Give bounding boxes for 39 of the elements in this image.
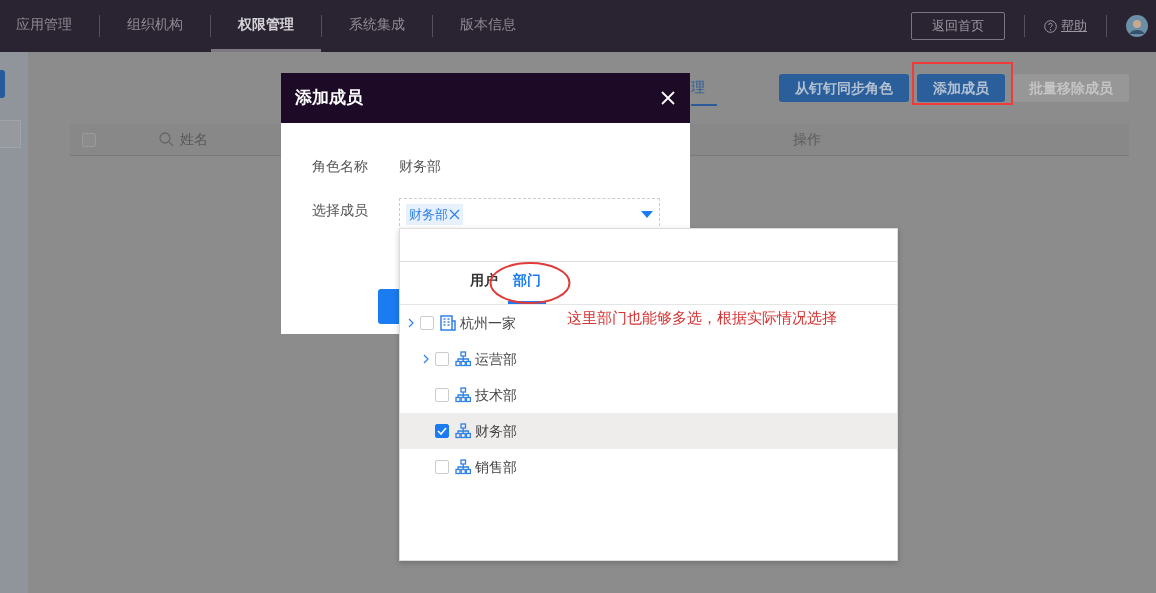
toolbar-button[interactable]: 从钉钉同步角色 (779, 74, 909, 102)
field-label: 选择成员 (312, 201, 369, 220)
check-icon (437, 427, 447, 435)
org-chart-icon (455, 423, 471, 439)
nav-tab[interactable]: 应用管理 (0, 0, 99, 52)
dialog-title: 添加成员 (295, 86, 363, 110)
org-chart-icon (455, 387, 471, 403)
home-button[interactable]: 返回首页 (911, 12, 1005, 40)
checkbox[interactable] (435, 424, 449, 438)
tree-item[interactable]: 杭州一家 (400, 305, 520, 341)
building-icon (440, 315, 456, 331)
tree-item[interactable]: 财务部 (400, 413, 521, 449)
avatar-icon (1126, 15, 1148, 37)
nav-tab[interactable]: 组织机构 (100, 0, 210, 52)
sidebar-button[interactable] (0, 70, 5, 98)
tree-item[interactable]: 销售部 (400, 449, 521, 485)
confirm-button[interactable] (378, 289, 399, 324)
toolbar-button[interactable]: 添加成员 (917, 74, 1005, 102)
search-icon (159, 132, 174, 147)
annotation-note: 这里部门也能够多选，根据实际情况选择 (567, 308, 837, 329)
dropdown-arrow-icon (641, 210, 653, 219)
close-icon[interactable] (660, 90, 676, 106)
help-link[interactable]: 帮助 (1044, 16, 1087, 36)
nav-tab[interactable]: 版本信息 (433, 0, 543, 52)
checkbox[interactable] (435, 352, 449, 366)
nav-tab[interactable]: 权限管理 (211, 0, 321, 52)
member-tag[interactable]: 财务部 (406, 203, 463, 226)
checkbox[interactable] (420, 316, 434, 330)
help-icon (1044, 19, 1057, 33)
remove-icon (449, 209, 460, 220)
field-value: 财务部 (399, 157, 441, 176)
org-chart-icon (455, 459, 471, 475)
nav-tab[interactable]: 系统集成 (322, 0, 432, 52)
tree-item[interactable]: 运营部 (400, 341, 521, 377)
tree-item[interactable]: 技术部 (400, 377, 521, 413)
checkbox[interactable] (435, 460, 449, 474)
checkbox[interactable] (435, 388, 449, 402)
org-chart-icon (455, 351, 471, 367)
field-label: 角色名称 (312, 157, 369, 176)
